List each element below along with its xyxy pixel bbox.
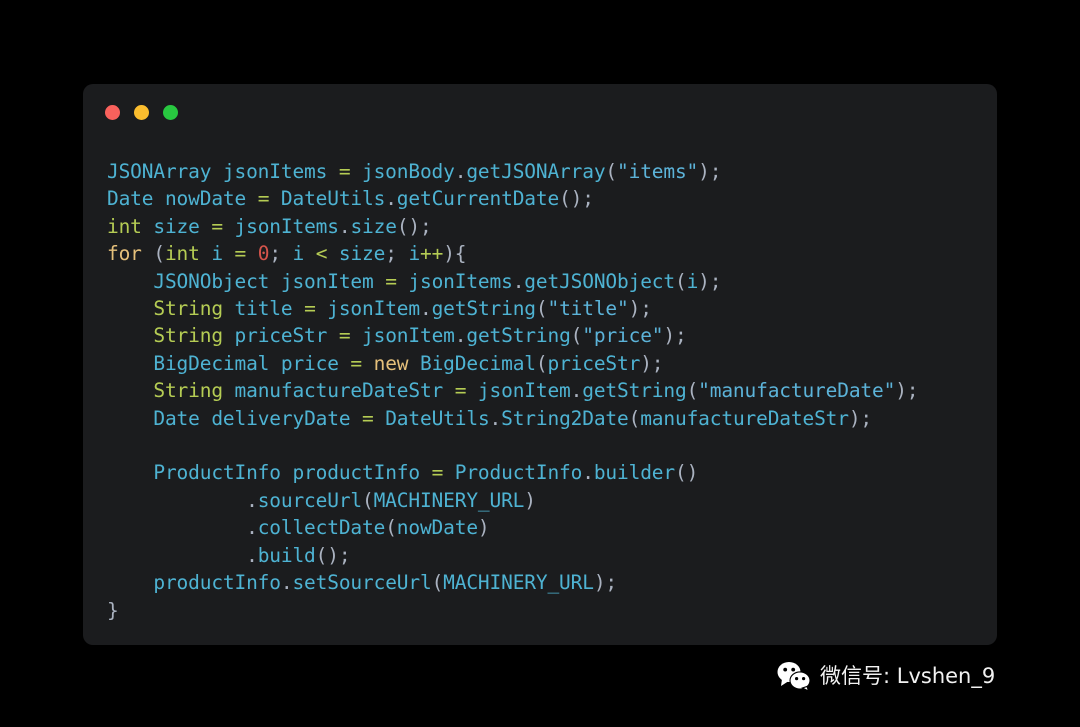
watermark-label: 微信号: Lvshen_9	[820, 663, 996, 688]
minimize-button[interactable]	[134, 104, 149, 120]
maximize-button[interactable]	[163, 104, 178, 120]
close-button[interactable]	[105, 104, 120, 120]
window-titlebar	[83, 84, 997, 140]
watermark: 微信号: Lvshen_9	[777, 654, 995, 698]
code-snippet-window: JSONArray jsonItems = jsonBody.getJSONAr…	[83, 84, 997, 645]
code-block: JSONArray jsonItems = jsonBody.getJSONAr…	[107, 160, 919, 622]
wechat-icon	[777, 661, 811, 691]
code-area[interactable]: JSONArray jsonItems = jsonBody.getJSONAr…	[107, 158, 985, 635]
